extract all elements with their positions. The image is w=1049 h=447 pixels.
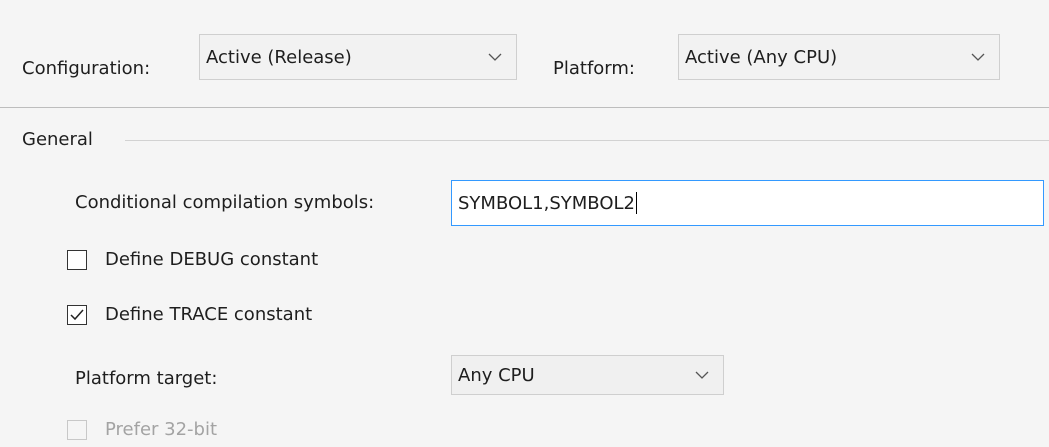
prefer-32bit-checkbox xyxy=(67,420,87,440)
chevron-down-icon xyxy=(969,48,987,66)
define-debug-checkbox[interactable] xyxy=(67,250,87,270)
configuration-label: Configuration: xyxy=(22,58,151,79)
platform-target-dropdown[interactable]: Any CPU xyxy=(451,355,724,395)
configuration-dropdown[interactable]: Active (Release) xyxy=(199,34,517,80)
platform-target-value: Any CPU xyxy=(458,364,535,386)
define-trace-label[interactable]: Define TRACE constant xyxy=(105,303,312,327)
conditional-symbols-input[interactable]: SYMBOL1,SYMBOL2 xyxy=(451,180,1044,226)
conditional-symbols-value: SYMBOL1,SYMBOL2 xyxy=(458,192,635,214)
check-mark-icon xyxy=(70,309,84,321)
define-debug-label[interactable]: Define DEBUG constant xyxy=(105,248,318,272)
general-group-title: General xyxy=(22,129,93,150)
conditional-symbols-label: Conditional compilation symbols: xyxy=(75,192,375,213)
configuration-value: Active (Release) xyxy=(206,46,352,68)
chevron-down-icon xyxy=(486,48,504,66)
chevron-down-icon xyxy=(693,366,711,384)
prefer-32bit-label: Prefer 32-bit xyxy=(105,419,218,440)
platform-label: Platform: xyxy=(553,58,635,79)
config-divider xyxy=(0,107,1049,108)
define-trace-checkbox[interactable] xyxy=(67,305,87,325)
general-group-rule xyxy=(125,140,1049,141)
platform-value: Active (Any CPU) xyxy=(685,46,838,68)
platform-target-label: Platform target: xyxy=(75,368,218,389)
text-caret xyxy=(636,192,637,214)
platform-dropdown[interactable]: Active (Any CPU) xyxy=(678,34,1000,80)
